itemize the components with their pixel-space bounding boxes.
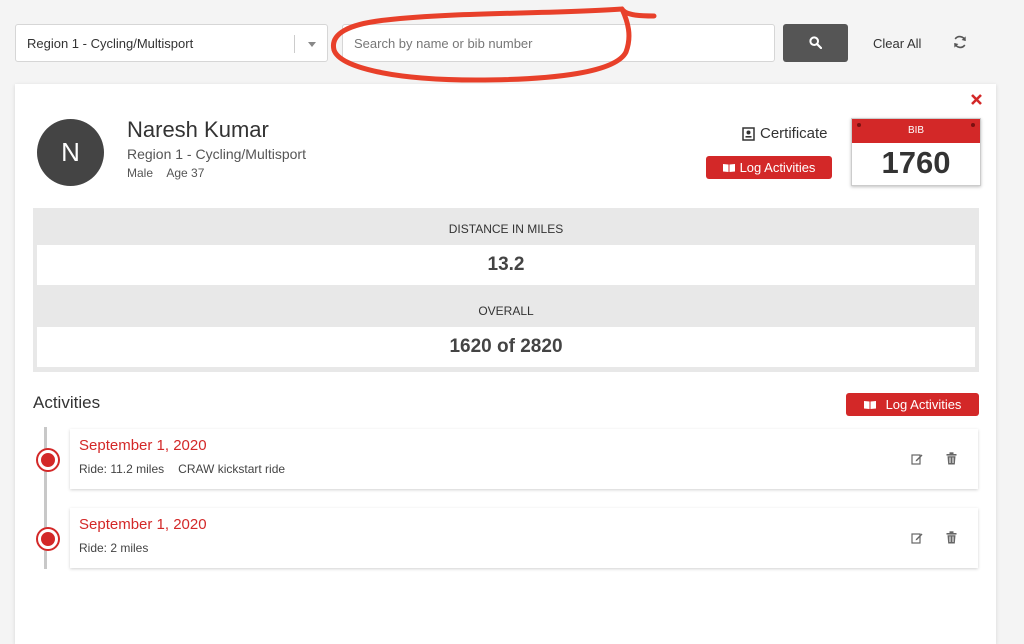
log-activities-label: Log Activities	[885, 397, 962, 412]
timeline-dot	[38, 450, 58, 470]
participant-meta: Male Age 37	[127, 166, 204, 180]
participant-gender: Male	[127, 166, 154, 180]
timeline-dot	[38, 529, 58, 549]
chevron-down-icon[interactable]	[308, 42, 316, 47]
overall-label: OVERALL	[478, 304, 534, 318]
participant-age: Age 37	[166, 166, 205, 180]
book-icon	[722, 164, 735, 172]
activity-item[interactable]: September 1, 2020 Ride: 11.2 miles CRAW k…	[70, 429, 978, 489]
book-icon	[863, 401, 876, 409]
bib-number: 1760	[881, 145, 951, 180]
activity-date: September 1, 2020	[79, 437, 207, 454]
search-input[interactable]	[342, 24, 775, 62]
overall-value: 1620 of 2820	[37, 327, 975, 367]
region-select-value: Region 1 - Cycling/Multisport	[27, 36, 194, 51]
distance-label: DISTANCE IN MILES	[448, 222, 564, 236]
region-select[interactable]: Region 1 - Cycling/Multisport	[15, 24, 328, 62]
refresh-icon[interactable]	[952, 34, 968, 50]
activity-detail: Ride: 2 miles	[79, 541, 162, 555]
participant-name: Naresh Kumar	[127, 117, 269, 142]
activity-distance: Ride: 2 miles	[79, 541, 149, 555]
clear-all-link[interactable]: Clear All	[873, 36, 921, 51]
log-activities-button-secondary[interactable]: Log Activities	[846, 393, 979, 416]
search-button[interactable]	[783, 24, 848, 62]
bib-card: BIB 1760	[851, 118, 981, 186]
bib-pin-dot	[971, 123, 975, 127]
trash-icon[interactable]	[946, 531, 957, 544]
log-activities-button[interactable]: Log Activities	[706, 156, 832, 179]
activity-item[interactable]: September 1, 2020 Ride: 2 miles	[70, 508, 978, 568]
participant-region: Region 1 - Cycling/Multisport	[127, 146, 306, 162]
search-icon	[809, 36, 822, 49]
activity-date: September 1, 2020	[79, 516, 207, 533]
select-divider	[294, 35, 295, 53]
edit-icon[interactable]	[911, 453, 923, 465]
activity-detail: Ride: 11.2 miles CRAW kickstart ride	[79, 462, 285, 476]
activity-note: CRAW kickstart ride	[178, 462, 286, 476]
certificate-icon	[742, 126, 755, 141]
search-bar: Region 1 - Cycling/Multisport Clear All	[0, 0, 1024, 84]
trash-icon[interactable]	[946, 452, 957, 465]
log-activities-label: Log Activities	[739, 160, 816, 175]
bib-label: BIB	[907, 125, 925, 136]
participant-card: N Naresh Kumar Region 1 - Cycling/Multis…	[15, 84, 996, 644]
activities-title: Activities	[33, 393, 101, 412]
certificate-label: Certificate	[760, 125, 828, 142]
edit-icon[interactable]	[911, 532, 923, 544]
bib-pin-dot	[857, 123, 861, 127]
certificate-link[interactable]: Certificate	[742, 125, 828, 142]
activity-distance: Ride: 11.2 miles	[79, 462, 165, 476]
distance-value: 13.2	[37, 245, 975, 285]
stats-panel: DISTANCE IN MILES 13.2 OVERALL 1620 of 2…	[33, 208, 979, 372]
close-icon[interactable]	[970, 93, 983, 106]
bib-header: BIB	[852, 119, 980, 143]
avatar: N	[37, 119, 104, 186]
